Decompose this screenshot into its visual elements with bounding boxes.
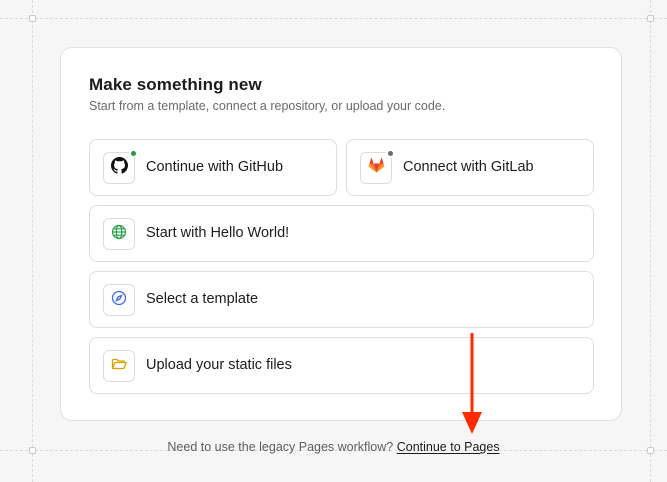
legacy-pages-footer: Need to use the legacy Pages workflow? C… — [0, 440, 667, 454]
gitlab-status-dot — [386, 149, 395, 158]
upload-static-files-button[interactable]: Upload your static files — [89, 337, 594, 394]
globe-icon — [111, 224, 127, 245]
github-option-label: Continue with GitHub — [146, 159, 284, 175]
continue-with-github-button[interactable]: Continue with GitHub — [89, 139, 337, 196]
resize-handle-top-left[interactable] — [29, 15, 36, 22]
compass-icon-box — [103, 284, 135, 316]
legacy-pages-prompt: Need to use the legacy Pages workflow? — [167, 440, 394, 454]
gitlab-icon-box — [360, 149, 395, 184]
folder-icon — [111, 356, 128, 377]
continue-to-pages-link[interactable]: Continue to Pages — [397, 440, 500, 454]
hello-world-option-label: Start with Hello World! — [146, 225, 290, 241]
frame-guide-top — [0, 18, 667, 19]
github-connected-status-dot — [129, 149, 138, 158]
folder-icon-box — [103, 350, 135, 382]
frame-guide-left — [32, 0, 33, 482]
create-project-card: Make something new Start from a template… — [60, 47, 622, 421]
compass-icon — [111, 290, 127, 311]
card-title: Make something new — [89, 75, 262, 94]
gitlab-icon — [368, 157, 385, 179]
upload-option-label: Upload your static files — [146, 357, 292, 373]
github-icon-box — [103, 149, 138, 184]
start-with-hello-world-button[interactable]: Start with Hello World! — [89, 205, 594, 262]
card-subtitle: Start from a template, connect a reposit… — [89, 99, 446, 113]
globe-icon-box — [103, 218, 135, 250]
select-a-template-button[interactable]: Select a template — [89, 271, 594, 328]
resize-handle-top-right[interactable] — [647, 15, 654, 22]
connect-with-gitlab-button[interactable]: Connect with GitLab — [346, 139, 594, 196]
template-option-label: Select a template — [146, 291, 259, 307]
frame-guide-right — [650, 0, 651, 482]
github-icon — [110, 157, 128, 179]
gitlab-option-label: Connect with GitLab — [403, 159, 534, 175]
